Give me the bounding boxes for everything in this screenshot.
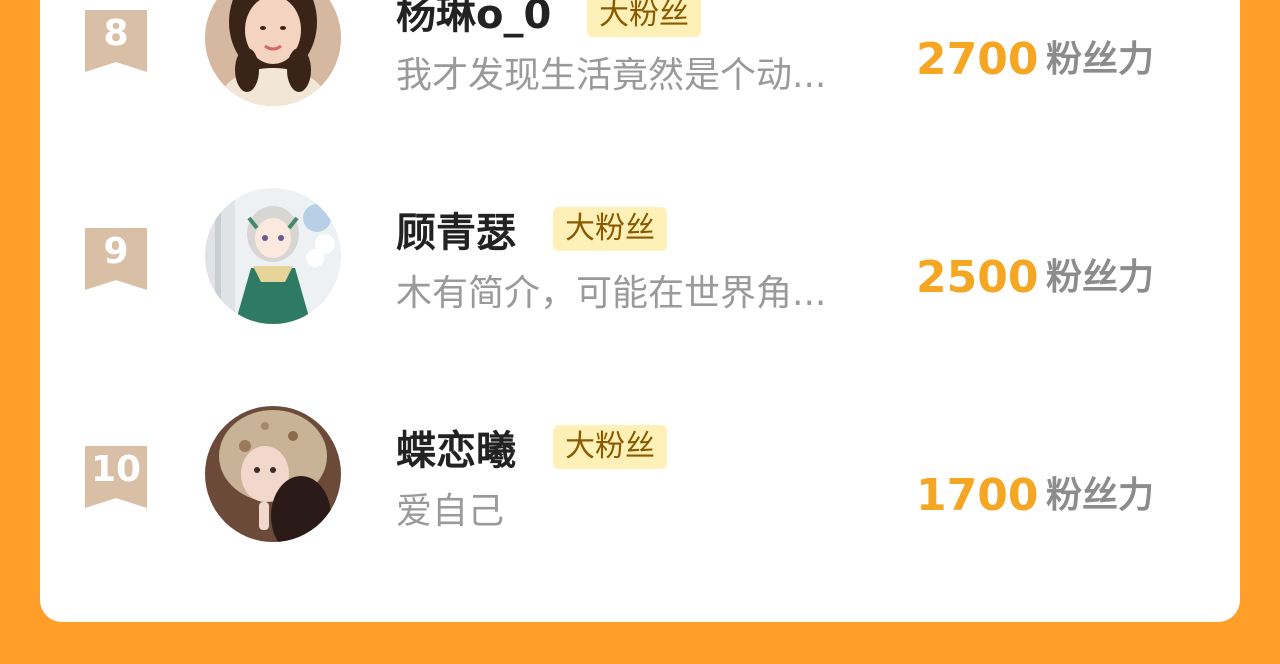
fan-power-unit: 粉丝力 [1046, 257, 1155, 298]
user-bio: 我才发现生活竟然是个动... [396, 55, 827, 96]
fan-level-badge: 大粉丝 [553, 425, 667, 469]
rank-ribbon-icon: 8 [85, 10, 147, 72]
rank-number: 8 [103, 13, 129, 54]
rank-number: 9 [103, 231, 129, 272]
fan-level-badge: 大粉丝 [587, 0, 701, 37]
ranking-row[interactable]: 10 蝶恋曦 大粉丝 爱自己 1700 粉丝力 [40, 406, 1240, 546]
fan-power-score: 2500 [916, 252, 1039, 303]
user-name[interactable]: 杨琳o_0 [396, 0, 551, 37]
ranking-card: 8 杨琳o_0 大粉丝 我才发现生活竟然是个动... 2700 粉丝力 9 顾青… [40, 0, 1240, 622]
fan-level-badge: 大粉丝 [553, 207, 667, 251]
rank-number: 10 [90, 449, 142, 490]
user-bio: 木有简介，可能在世界角... [396, 273, 827, 314]
fan-power-score: 1700 [916, 470, 1039, 521]
fan-power-score: 2700 [916, 34, 1039, 85]
rank-ribbon-icon: 9 [85, 228, 147, 290]
ranking-row[interactable]: 9 顾青瑟 大粉丝 木有简介，可能在世界角... 2500 粉丝力 [40, 188, 1240, 328]
avatar[interactable] [205, 188, 341, 324]
user-bio: 爱自己 [396, 491, 505, 532]
user-name[interactable]: 顾青瑟 [396, 211, 516, 255]
ranking-row[interactable]: 8 杨琳o_0 大粉丝 我才发现生活竟然是个动... 2700 粉丝力 [40, 0, 1240, 110]
fan-power-unit: 粉丝力 [1046, 39, 1155, 80]
fan-power-unit: 粉丝力 [1046, 475, 1155, 516]
avatar[interactable] [205, 406, 341, 542]
avatar[interactable] [205, 0, 341, 106]
user-name[interactable]: 蝶恋曦 [396, 429, 516, 473]
rank-ribbon-icon: 10 [85, 446, 147, 508]
